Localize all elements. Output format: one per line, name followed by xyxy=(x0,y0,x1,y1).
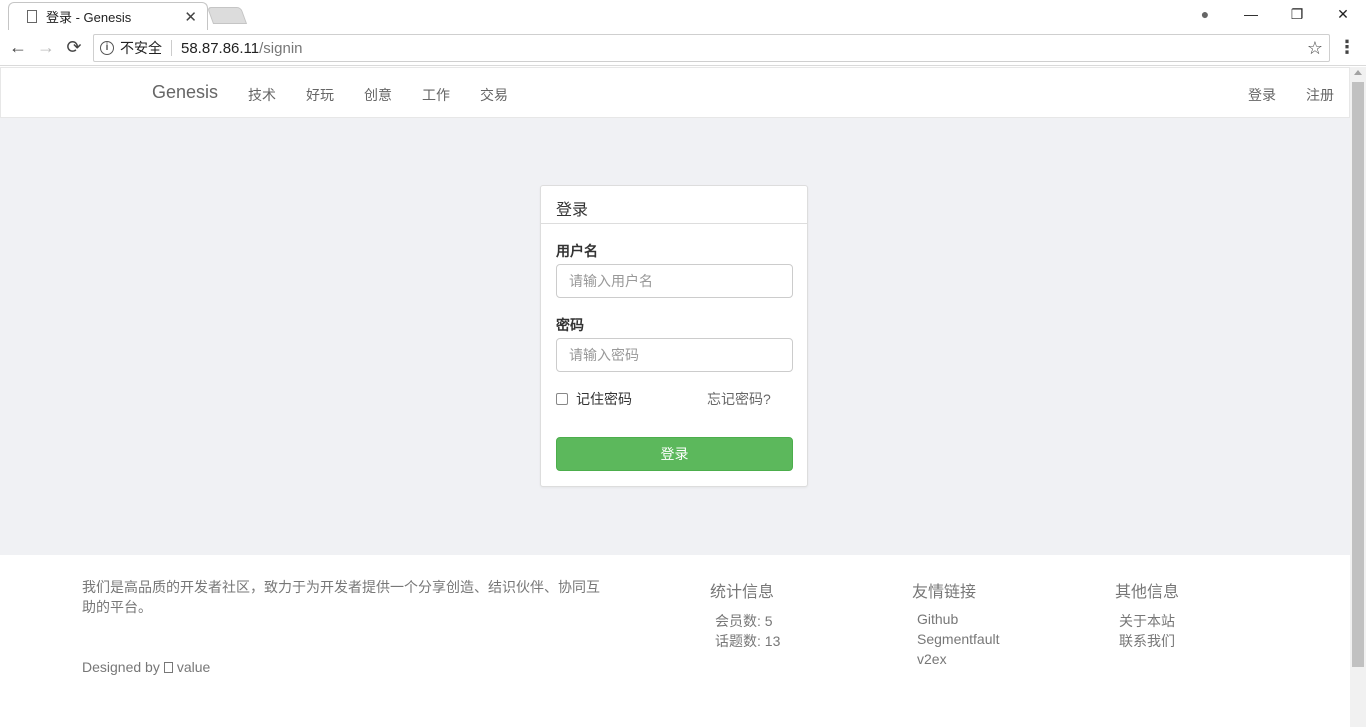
remember-checkbox[interactable] xyxy=(556,393,568,405)
browser-toolbar: ← → ⟳ i 不安全 58.87.86.11 /signin ☆ ⋮ xyxy=(0,30,1366,66)
page-scrollbar[interactable] xyxy=(1350,67,1366,727)
page-content: Genesis 技术 好玩 创意 工作 交易 登录 注册 登录 用户名 密码 记… xyxy=(0,67,1350,727)
forward-button[interactable]: → xyxy=(32,37,60,58)
stats-topics: 话题数: 13 xyxy=(715,633,781,649)
close-window-button[interactable]: ✕ xyxy=(1320,6,1366,23)
browser-menu-icon[interactable]: ⋮ xyxy=(1338,38,1356,56)
browser-tab[interactable]: 登录 - Genesis ✕ xyxy=(8,2,208,30)
bookmark-star-icon[interactable]: ☆ xyxy=(1307,38,1323,59)
link-github[interactable]: Github xyxy=(917,611,958,627)
designed-by: Designed by value xyxy=(82,659,210,675)
designed-prefix: Designed by xyxy=(82,659,160,675)
username-input[interactable] xyxy=(556,264,793,298)
remember-label: 记住密码 xyxy=(576,391,632,407)
url-path: /signin xyxy=(259,39,303,57)
restore-button[interactable]: ❐ xyxy=(1274,6,1320,23)
account-icon[interactable]: ● xyxy=(1182,6,1228,22)
reload-button[interactable]: ⟳ xyxy=(60,37,88,58)
nav-link-fun[interactable]: 好玩 xyxy=(306,85,334,105)
nav-signin-link[interactable]: 登录 xyxy=(1248,85,1276,105)
nav-signup-link[interactable]: 注册 xyxy=(1306,85,1334,105)
window-controls: ● — ❐ ✕ xyxy=(1182,0,1366,28)
link-contact[interactable]: 联系我们 xyxy=(1119,631,1175,651)
link-about[interactable]: 关于本站 xyxy=(1119,611,1175,631)
insecure-label: 不安全 xyxy=(120,40,162,56)
site-brand[interactable]: Genesis xyxy=(152,82,218,103)
remember-me[interactable]: 记住密码 xyxy=(556,389,632,409)
site-footer: 我们是高品质的开发者社区，致力于为开发者提供一个分享创造、结识伙伴、协同互助的平… xyxy=(0,555,1350,727)
scroll-up-icon[interactable] xyxy=(1354,70,1362,75)
about-text: 我们是高品质的开发者社区，致力于为开发者提供一个分享创造、结识伙伴、协同互助的平… xyxy=(82,579,600,615)
info-icon[interactable]: i xyxy=(100,41,114,55)
tab-close-icon[interactable]: ✕ xyxy=(184,8,197,26)
browser-tabstrip: 登录 - Genesis ✕ ● — ❐ ✕ xyxy=(0,0,1366,30)
nav-link-trade[interactable]: 交易 xyxy=(480,85,508,105)
designed-author[interactable]: value xyxy=(177,659,210,675)
divider xyxy=(171,40,172,56)
nav-link-jobs[interactable]: 工作 xyxy=(422,85,450,105)
back-button[interactable]: ← xyxy=(4,37,32,58)
forgot-password-link[interactable]: 忘记密码? xyxy=(707,389,771,409)
new-tab-button[interactable] xyxy=(206,7,248,24)
password-label: 密码 xyxy=(556,317,584,333)
links-title: 友情链接 xyxy=(912,584,977,601)
login-panel-title: 登录 xyxy=(541,186,807,224)
password-input[interactable] xyxy=(556,338,793,372)
login-panel: 登录 用户名 密码 记住密码 忘记密码? 登录 xyxy=(540,185,808,487)
other-title: 其他信息 xyxy=(1115,584,1180,601)
nav-link-creative[interactable]: 创意 xyxy=(364,85,392,105)
link-segmentfault[interactable]: Segmentfault xyxy=(917,631,1000,647)
minimize-button[interactable]: — xyxy=(1228,6,1274,22)
stats-title: 统计信息 xyxy=(710,584,775,601)
url-host: 58.87.86.11 xyxy=(181,39,260,57)
username-label: 用户名 xyxy=(556,243,598,259)
nav-link-tech[interactable]: 技术 xyxy=(248,85,276,105)
link-v2ex[interactable]: v2ex xyxy=(917,651,947,667)
heart-icon xyxy=(163,662,173,673)
login-submit-button[interactable]: 登录 xyxy=(556,437,793,471)
tab-title: 登录 - Genesis xyxy=(46,10,132,25)
site-navbar: Genesis 技术 好玩 创意 工作 交易 登录 注册 xyxy=(0,67,1350,118)
scroll-thumb[interactable] xyxy=(1352,82,1364,667)
stats-members: 会员数: 5 xyxy=(715,613,773,629)
page-icon xyxy=(27,10,37,23)
address-bar[interactable]: i 不安全 58.87.86.11 /signin ☆ xyxy=(93,34,1330,62)
